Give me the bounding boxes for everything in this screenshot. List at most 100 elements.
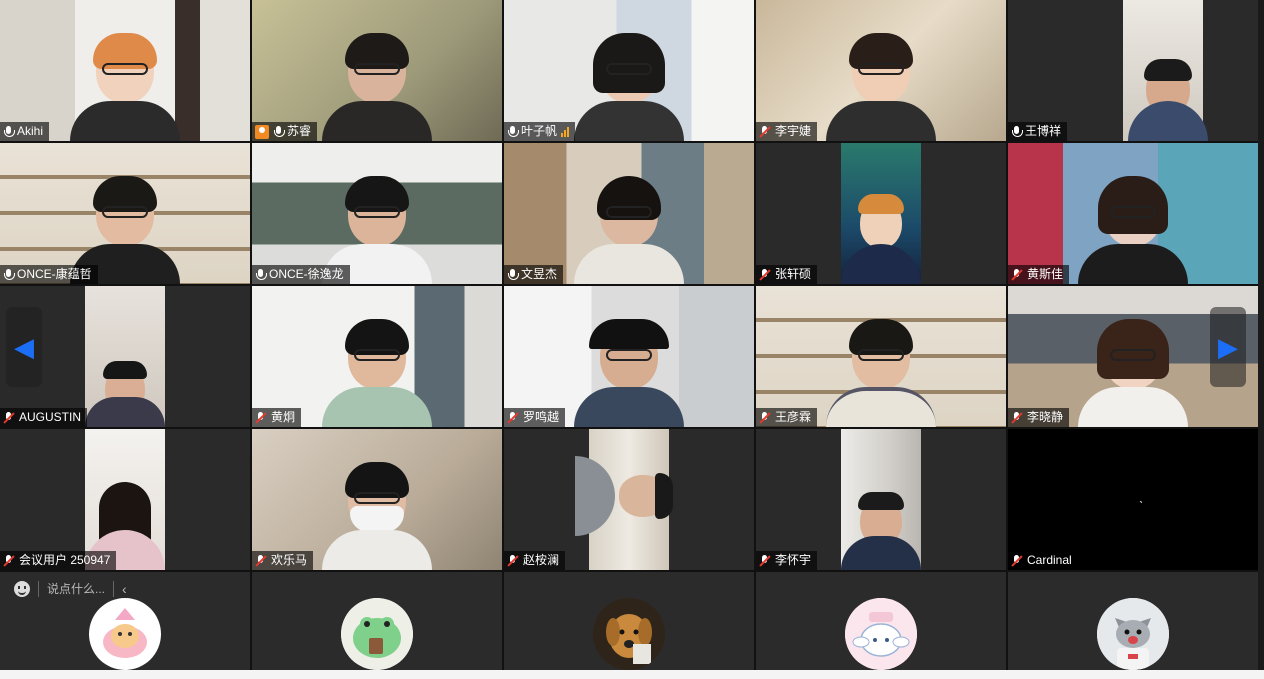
participant-figure	[574, 33, 684, 141]
participant-tile[interactable]: 黄炯	[252, 286, 502, 427]
participant-label: 王博祥	[1008, 122, 1068, 141]
microphone-muted-icon	[1011, 411, 1023, 424]
participant-tile[interactable]: 王博祥	[1008, 0, 1258, 141]
participant-name: 黄炯	[271, 410, 296, 424]
participant-tile[interactable]: 王彦霖	[756, 286, 1006, 427]
participant-name: ONCE-徐逸龙	[269, 267, 344, 281]
participant-label: 黄斯佳	[1008, 265, 1070, 284]
microphone-muted-icon	[759, 268, 771, 281]
divider	[38, 580, 39, 597]
participant-tile[interactable]: 李怀宇	[756, 429, 1006, 570]
arrow-right-icon: ▶	[1218, 331, 1238, 362]
divider	[113, 580, 115, 597]
participant-name: 叶子帆	[521, 124, 558, 138]
participant-label: 欢乐马	[252, 551, 314, 570]
signal-strength-icon	[561, 126, 570, 137]
participant-figure	[1078, 319, 1188, 427]
participant-name: Cardinal	[1027, 553, 1072, 567]
collapse-chevron-icon[interactable]: ‹	[122, 581, 127, 597]
participant-tile[interactable]: ONCE-康蕴哲	[0, 143, 250, 284]
participant-name: 赵桉澜	[523, 553, 560, 567]
participant-label: 李怀宇	[756, 551, 818, 570]
microphone-icon	[3, 125, 15, 138]
participant-tile[interactable]: 文昱杰	[504, 143, 754, 284]
microphone-icon	[1011, 125, 1023, 138]
toolbar-edge	[0, 670, 1264, 679]
microphone-muted-icon	[759, 554, 771, 567]
microphone-muted-icon	[1011, 268, 1023, 281]
participant-label: ONCE-徐逸龙	[252, 265, 350, 284]
participant-name: 苏睿	[287, 124, 312, 138]
participant-name: 欢乐马	[271, 553, 308, 567]
microphone-muted-icon	[1011, 554, 1023, 567]
avatar-tile[interactable]	[1008, 572, 1258, 678]
participant-figure	[826, 33, 936, 141]
participant-figure	[322, 319, 432, 427]
participant-figure	[1078, 176, 1188, 284]
golden-dog-avatar	[593, 598, 665, 670]
participant-name: 王博祥	[1025, 124, 1062, 138]
microphone-muted-icon	[255, 411, 267, 424]
avatar-tile[interactable]	[504, 572, 754, 678]
participant-figure	[574, 319, 684, 427]
microphone-muted-icon	[759, 125, 771, 138]
participant-label: 会议用户 250947	[0, 551, 117, 570]
participant-name: 王彦霖	[775, 410, 812, 424]
participant-label: Akihi	[0, 122, 50, 141]
participant-tile[interactable]: 欢乐马	[252, 429, 502, 570]
participant-name: AUGUSTIN	[19, 410, 82, 424]
participant-tile[interactable]: 苏睿	[252, 0, 502, 141]
participant-tile[interactable]: 叶子帆	[504, 0, 754, 141]
cinnamoroll-avatar	[845, 598, 917, 670]
participant-label: 黄炯	[252, 408, 302, 427]
participant-tile[interactable]: 张轩硕	[756, 143, 1006, 284]
next-page-button[interactable]: ▶	[1210, 307, 1246, 387]
participant-name: 会议用户 250947	[19, 553, 111, 567]
host-icon	[255, 124, 269, 139]
participant-tile[interactable]: 会议用户 250947	[0, 429, 250, 570]
participant-label: 苏睿	[252, 122, 318, 141]
microphone-muted-icon	[255, 554, 267, 567]
participant-figure	[841, 176, 921, 284]
participant-name: 黄斯佳	[1027, 267, 1064, 281]
emoji-icon[interactable]	[14, 580, 30, 597]
participant-label: 文昱杰	[504, 265, 564, 284]
participant-label: ONCE-康蕴哲	[0, 265, 98, 284]
arrow-left-icon: ◀	[14, 331, 34, 362]
participant-tile[interactable]: 李宇婕	[756, 0, 1006, 141]
avatar-tile[interactable]: 说点什么... ‹	[0, 572, 250, 678]
avatar-tile[interactable]	[252, 572, 502, 678]
participant-figure	[826, 319, 936, 427]
participant-name: 张轩硕	[775, 267, 812, 281]
microphone-icon	[507, 268, 519, 281]
participant-tile[interactable]: 罗鸣越	[504, 286, 754, 427]
green-frog-avatar	[341, 598, 413, 670]
participant-label: 李晓静	[1008, 408, 1070, 427]
participant-tile[interactable]: 赵桉澜	[504, 429, 754, 570]
cat-avatar	[1097, 598, 1169, 670]
participant-figure	[322, 462, 432, 570]
participant-figure	[841, 462, 921, 570]
microphone-muted-icon	[507, 411, 519, 424]
participant-label: 王彦霖	[756, 408, 818, 427]
participant-tile[interactable]: Akihi	[0, 0, 250, 141]
participant-name: 文昱杰	[521, 267, 558, 281]
participant-tile[interactable]: 黄斯佳	[1008, 143, 1258, 284]
avatar-tile[interactable]	[756, 572, 1006, 678]
microphone-muted-icon	[507, 554, 519, 567]
participant-figure	[575, 456, 683, 536]
previous-page-button[interactable]: ◀	[6, 307, 42, 387]
participant-label: 张轩硕	[756, 265, 818, 284]
participant-label: AUGUSTIN	[0, 408, 88, 427]
microphone-icon	[255, 268, 267, 281]
participant-name: 罗鸣越	[523, 410, 560, 424]
participant-label: 赵桉澜	[504, 551, 566, 570]
pink-bear-avatar	[89, 598, 161, 670]
participant-tile[interactable]: ˎ Cardinal	[1008, 429, 1258, 570]
participant-name: 李怀宇	[775, 553, 812, 567]
chat-input[interactable]: 说点什么...	[47, 580, 105, 597]
participant-tile[interactable]: ONCE-徐逸龙	[252, 143, 502, 284]
microphone-icon	[273, 125, 285, 138]
participant-name: 李晓静	[1027, 410, 1064, 424]
microphone-muted-icon	[3, 554, 15, 567]
